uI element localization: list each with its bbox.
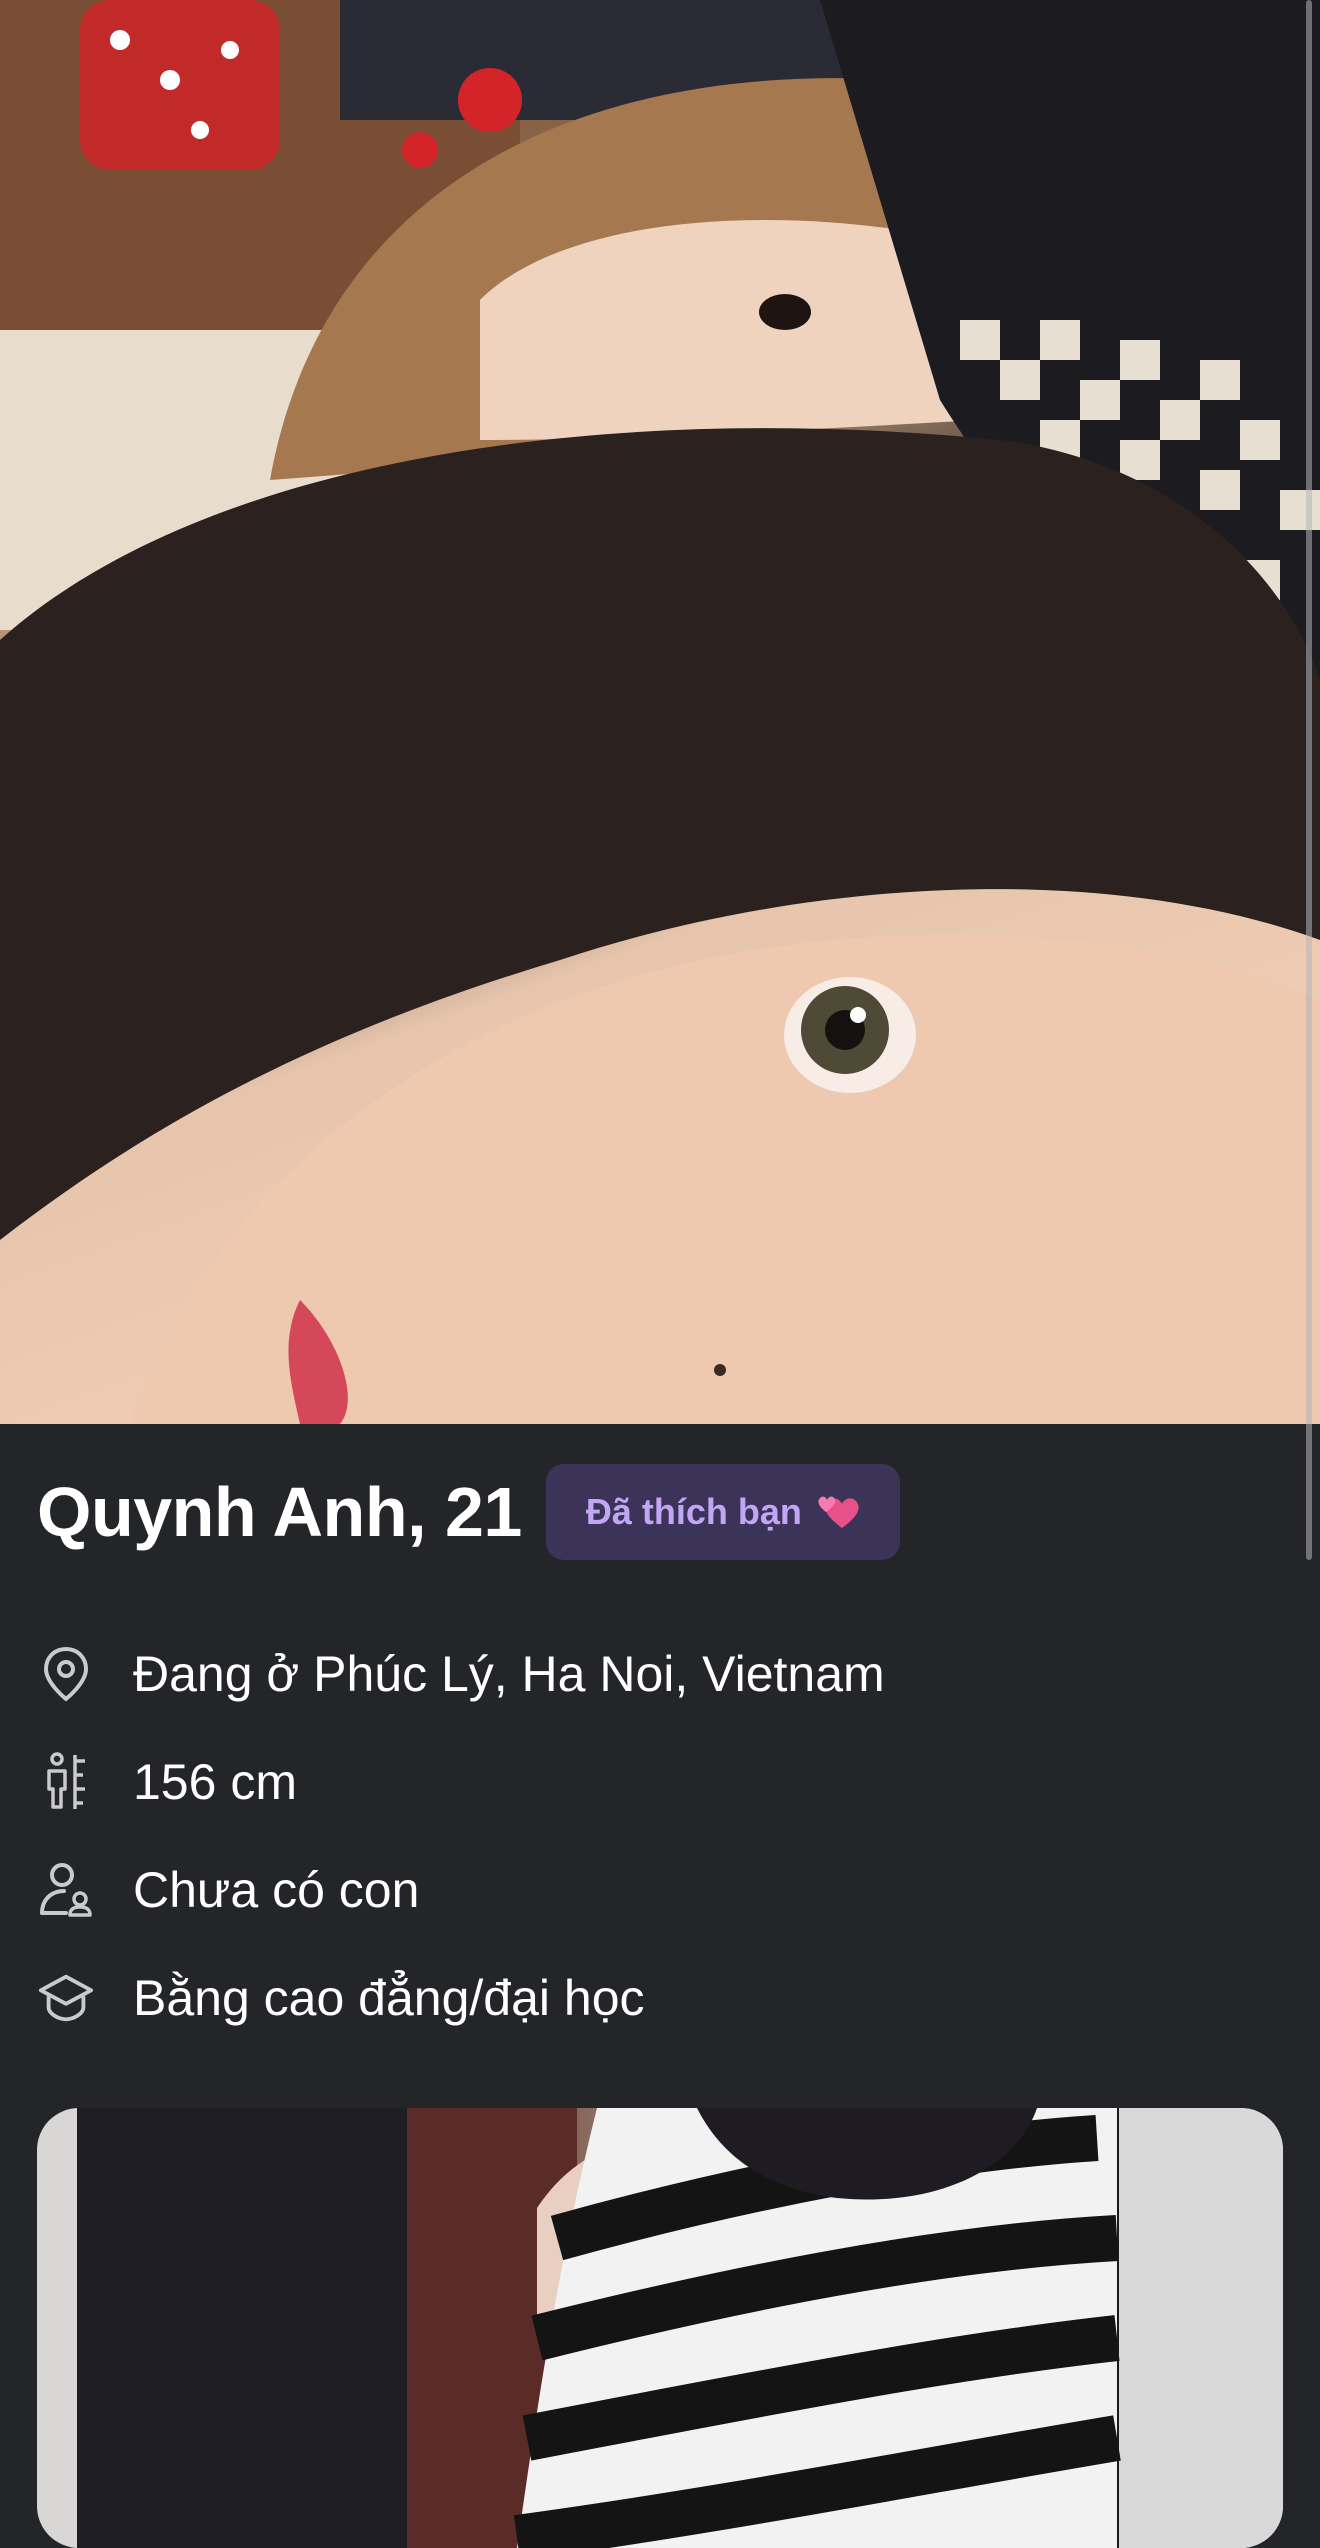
education-cap-icon <box>37 1969 95 2027</box>
profile-info-list: Đang ở Phúc Lý, Ha Noi, Vietnam 156 cm C… <box>37 1620 1277 2052</box>
profile-header: Quynh Anh, 21 Đã thích bạn <box>37 1464 900 1560</box>
two-hearts-icon <box>818 1496 859 1528</box>
info-item-education: Bằng cao đẳng/đại học <box>37 1944 1277 2052</box>
info-item-height: 156 cm <box>37 1728 1277 1836</box>
info-height-text: 156 cm <box>133 1754 297 1810</box>
scrollbar[interactable] <box>1306 0 1312 1560</box>
profile-photo-card-2[interactable] <box>37 2108 1283 2548</box>
info-education-text: Bằng cao đẳng/đại học <box>133 1970 645 2026</box>
profile-photo-2-art <box>37 2108 1283 2548</box>
profile-photo[interactable] <box>0 0 1320 1424</box>
profile-photo-art <box>0 0 1320 1424</box>
liked-you-badge: Đã thích bạn <box>545 1464 900 1560</box>
profile-name-age: Quynh Anh, 21 <box>37 1473 522 1551</box>
children-icon <box>37 1861 95 1919</box>
location-pin-icon <box>37 1645 95 1703</box>
info-children-text: Chưa có con <box>133 1862 420 1918</box>
info-location-text: Đang ở Phúc Lý, Ha Noi, Vietnam <box>133 1646 885 1702</box>
liked-you-badge-label: Đã thích bạn <box>585 1491 802 1532</box>
info-item-children: Chưa có con <box>37 1836 1277 1944</box>
height-ruler-icon <box>37 1752 95 1811</box>
info-item-location: Đang ở Phúc Lý, Ha Noi, Vietnam <box>37 1620 1277 1728</box>
